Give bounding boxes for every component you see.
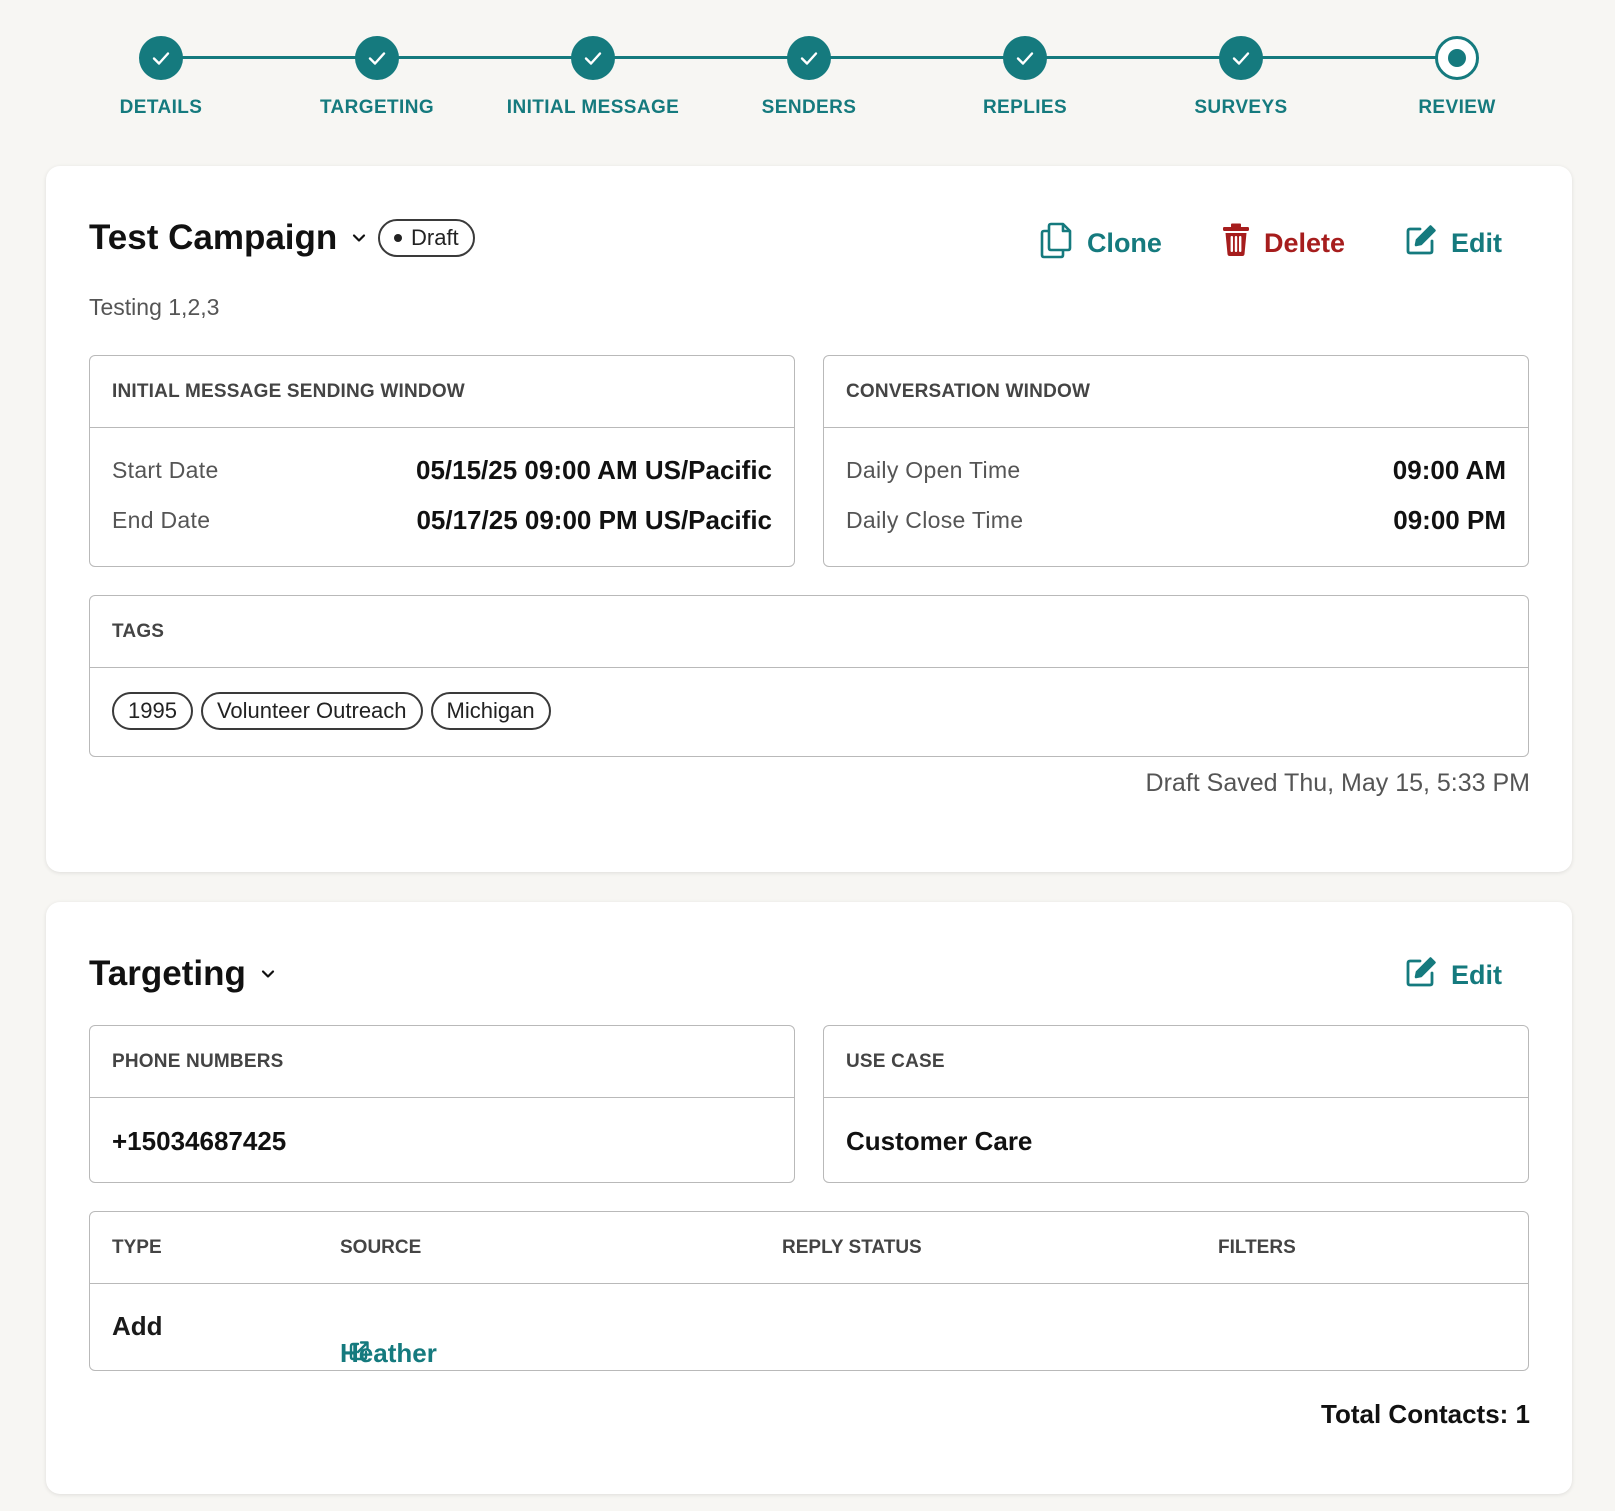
campaign-description: Testing 1,2,3 — [89, 294, 220, 320]
conversation-window-panel: CONVERSATION WINDOW Daily Open Time 09:0… — [823, 355, 1529, 567]
external-link-icon — [340, 1338, 370, 1369]
step-label: SENDERS — [761, 97, 857, 118]
step-details[interactable]: DETAILS — [51, 36, 271, 119]
step-replies[interactable]: REPLIES — [915, 36, 1135, 119]
edit-label: Edit — [1451, 960, 1502, 990]
tag-list: 1995 Volunteer Outreach Michigan — [90, 668, 1528, 730]
status-badge-label: Draft — [411, 225, 459, 250]
trash-icon — [1222, 223, 1264, 264]
edit-button[interactable]: Edit — [1405, 224, 1502, 263]
open-time-row: Daily Open Time 09:00 AM — [824, 445, 1528, 495]
panel-header: USE CASE — [824, 1026, 1528, 1098]
edit-label: Edit — [1451, 228, 1502, 258]
targeting-title: Targeting — [89, 954, 246, 993]
use-case-value: Customer Care — [846, 1126, 1033, 1156]
open-time-label: Daily Open Time — [846, 456, 1021, 483]
campaign-summary-card: Test Campaign Draft Clone Delete Edit Te… — [46, 166, 1572, 872]
step-label: INITIAL MESSAGE — [506, 97, 680, 118]
current-step-dot — [1448, 49, 1466, 67]
targeting-edit-button[interactable]: Edit — [1405, 956, 1502, 995]
targeting-summary-card: Targeting Edit PHONE NUMBERS +1503468742… — [46, 902, 1572, 1494]
targeting-actions: Edit — [1345, 956, 1502, 995]
delete-button[interactable]: Delete — [1222, 223, 1345, 264]
column-header-filters: FILTERS — [1218, 1237, 1296, 1258]
phone-numbers-panel: PHONE NUMBERS +15034687425 — [89, 1025, 795, 1183]
end-date-row: End Date 05/17/25 09:00 PM US/Pacific — [90, 495, 794, 545]
progress-stepper: DETAILS TARGETING INITIAL MESSAGE SENDER… — [0, 0, 1615, 160]
tag-chip: 1995 — [112, 692, 193, 730]
check-icon — [1219, 36, 1263, 80]
bullet-icon — [394, 234, 402, 242]
campaign-actions: Clone Delete Edit — [979, 221, 1502, 266]
panel-header: TAGS — [90, 596, 1528, 668]
step-surveys[interactable]: SURVEYS — [1131, 36, 1351, 119]
check-icon — [355, 36, 399, 80]
tag-chip: Volunteer Outreach — [200, 692, 423, 730]
column-header-source: SOURCE — [340, 1237, 422, 1258]
targeting-table: TYPE SOURCE REPLY STATUS FILTERS Add Hea… — [89, 1211, 1529, 1371]
panel-header: CONVERSATION WINDOW — [824, 356, 1528, 428]
end-date-value: 05/17/25 09:00 PM US/Pacific — [416, 504, 772, 535]
copy-icon — [1039, 221, 1087, 266]
start-date-row: Start Date 05/15/25 09:00 AM US/Pacific — [90, 445, 794, 495]
column-header-reply-status: REPLY STATUS — [782, 1237, 922, 1258]
status-badge: Draft — [378, 219, 475, 257]
check-icon — [139, 36, 183, 80]
step-label: SURVEYS — [1194, 97, 1288, 118]
step-senders[interactable]: SENDERS — [699, 36, 919, 119]
draft-saved-timestamp: Draft Saved Thu, May 15, 5:33 PM — [1145, 769, 1530, 797]
cell-type: Add — [112, 1311, 163, 1341]
campaign-title-toggle[interactable]: Test Campaign — [89, 218, 367, 258]
clone-label: Clone — [1086, 228, 1162, 258]
chevron-down-icon — [260, 968, 276, 980]
panel-header: PHONE NUMBERS — [90, 1026, 794, 1098]
table-row: Add Heather — [90, 1284, 1528, 1370]
phone-number-value: +15034687425 — [112, 1126, 287, 1156]
step-initial-message[interactable]: INITIAL MESSAGE — [483, 36, 703, 119]
table-header: TYPE SOURCE REPLY STATUS FILTERS — [90, 1212, 1528, 1284]
panel-header: INITIAL MESSAGE SENDING WINDOW — [90, 356, 794, 428]
tag-chip: Michigan — [430, 692, 551, 730]
pencil-square-icon — [1405, 224, 1451, 263]
column-header-type: TYPE — [112, 1237, 162, 1258]
start-date-label: Start Date — [112, 456, 219, 483]
delete-label: Delete — [1263, 228, 1345, 258]
tags-panel: TAGS 1995 Volunteer Outreach Michigan — [89, 595, 1529, 757]
open-time-value: 09:00 AM — [1392, 454, 1506, 485]
step-label: DETAILS — [119, 97, 203, 118]
radio-dot-icon — [1435, 36, 1479, 80]
check-icon — [787, 36, 831, 80]
step-targeting[interactable]: TARGETING — [267, 36, 487, 119]
close-time-value: 09:00 PM — [1393, 504, 1506, 535]
pencil-square-icon — [1405, 956, 1451, 995]
campaign-title: Test Campaign — [89, 218, 338, 257]
step-label: REPLIES — [982, 97, 1068, 118]
end-date-label: End Date — [112, 506, 211, 533]
check-icon — [1003, 36, 1047, 80]
targeting-title-toggle[interactable]: Targeting — [89, 954, 276, 994]
step-label: REVIEW — [1418, 97, 1496, 118]
step-label: TARGETING — [319, 97, 435, 118]
step-review[interactable]: REVIEW — [1347, 36, 1567, 119]
clone-button[interactable]: Clone — [1039, 221, 1162, 266]
use-case-panel: USE CASE Customer Care — [823, 1025, 1529, 1183]
close-time-label: Daily Close Time — [846, 506, 1024, 533]
close-time-row: Daily Close Time 09:00 PM — [824, 495, 1528, 545]
check-icon — [571, 36, 615, 80]
sending-window-panel: INITIAL MESSAGE SENDING WINDOW Start Dat… — [89, 355, 795, 567]
chevron-down-icon — [351, 232, 367, 244]
total-contacts: Total Contacts: 1 — [1321, 1399, 1530, 1429]
start-date-value: 05/15/25 09:00 AM US/Pacific — [415, 454, 772, 485]
